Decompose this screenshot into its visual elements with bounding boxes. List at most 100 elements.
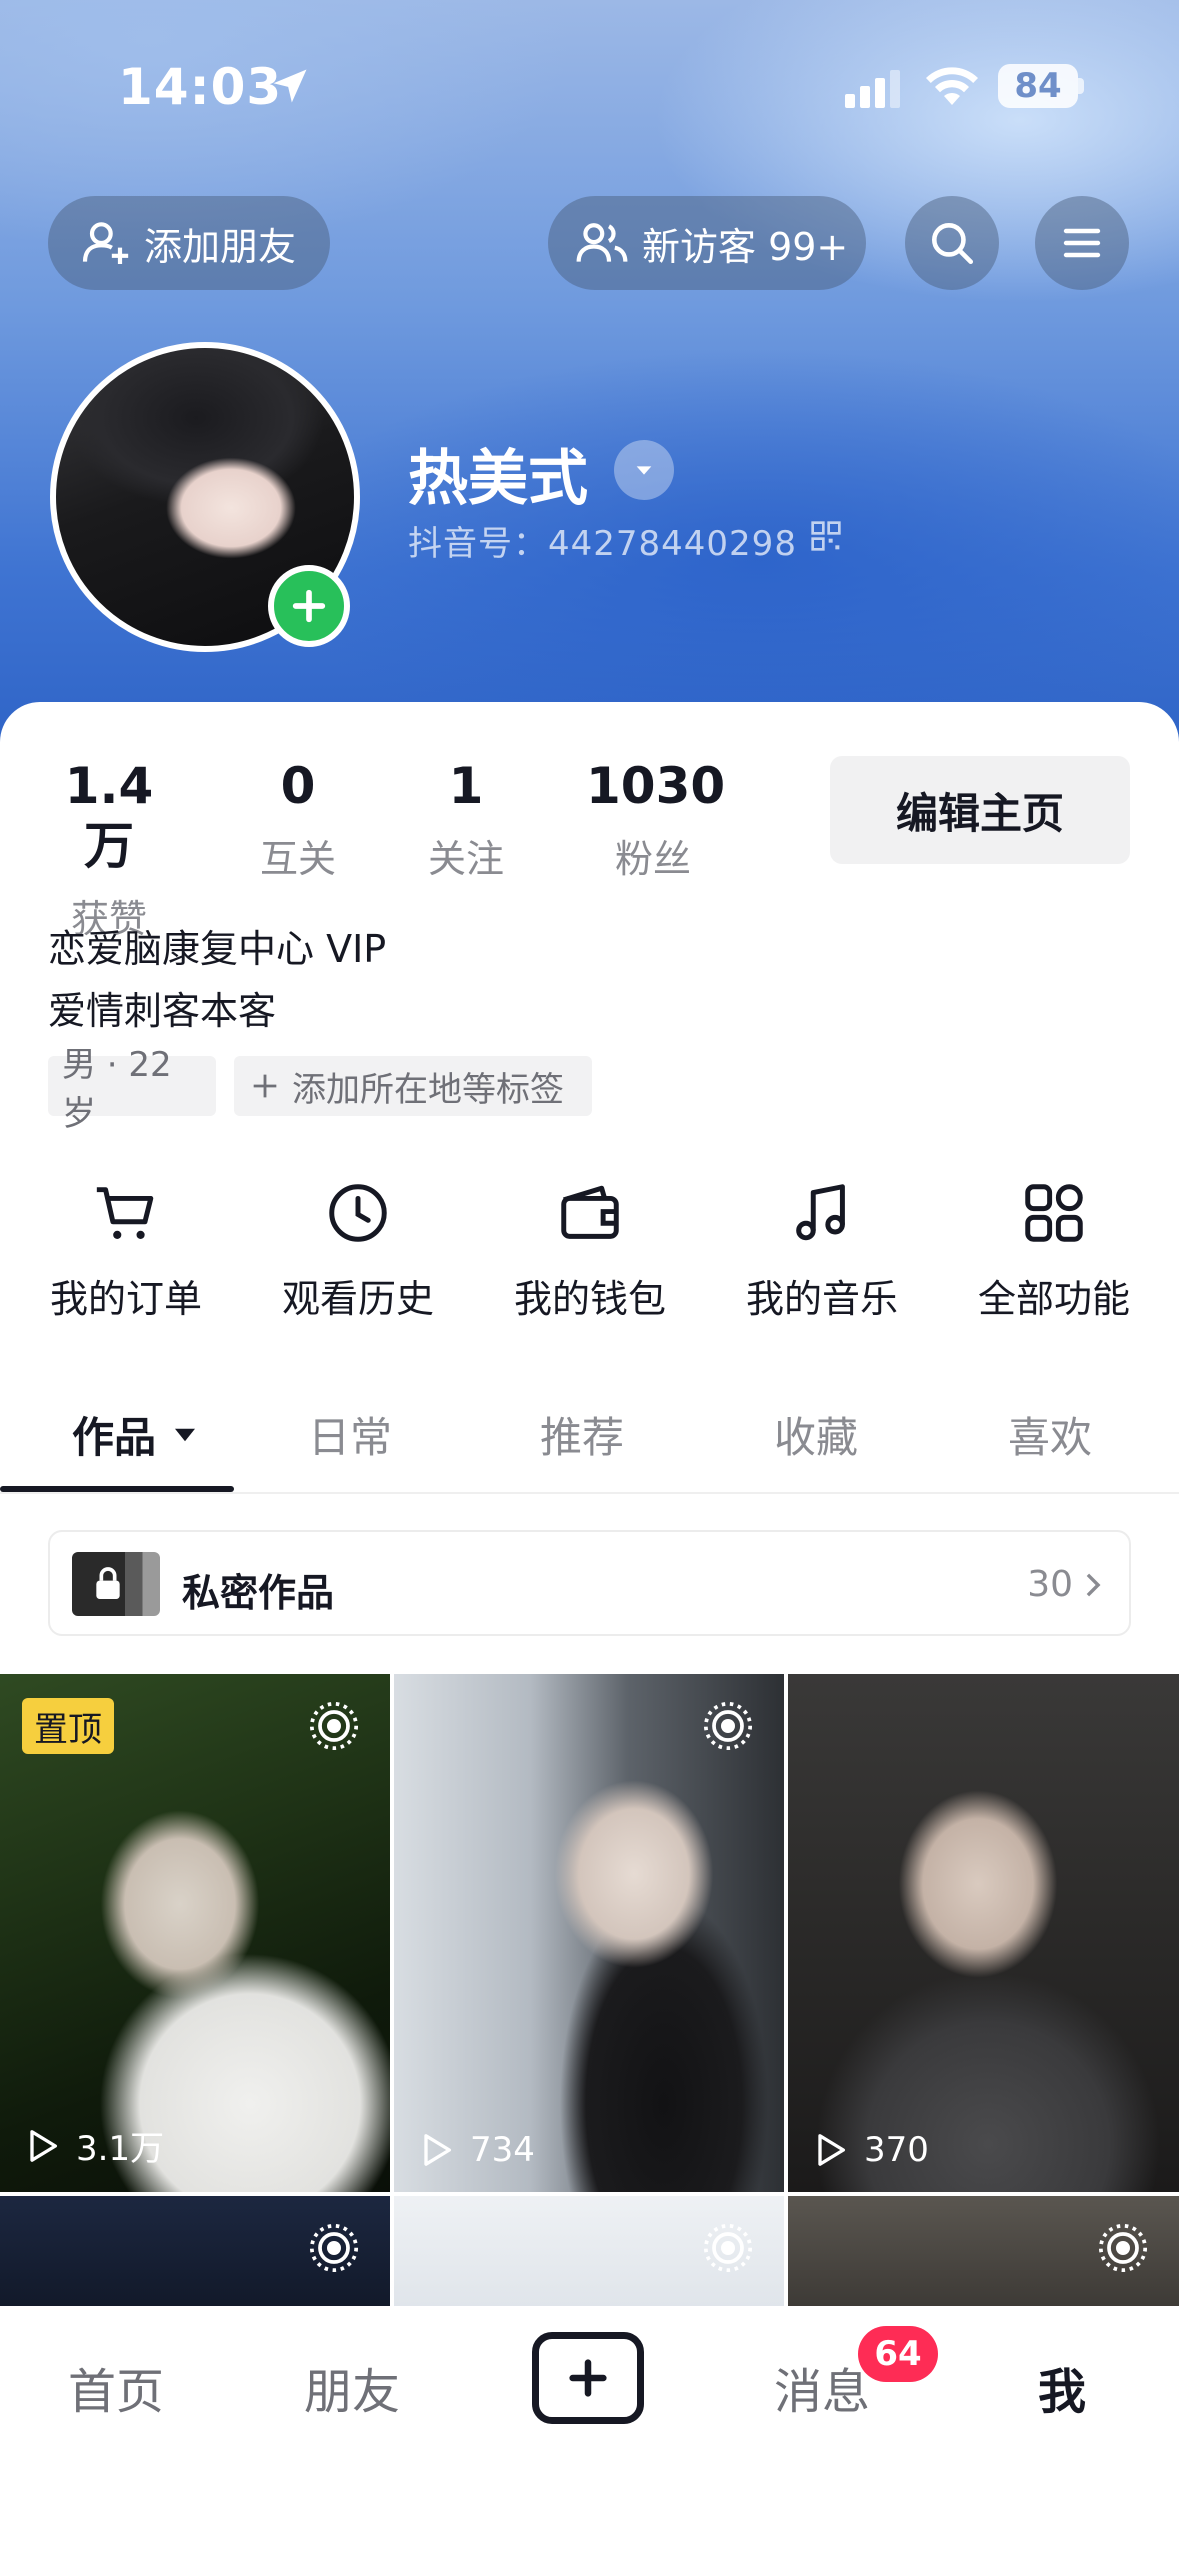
tab-likes[interactable]: 喜欢 xyxy=(1008,1404,1092,1465)
watch-history-label: 观看历史 xyxy=(281,1277,434,1321)
video-thumbnail[interactable] xyxy=(788,2196,1179,2316)
view-count-value: 3.1万 xyxy=(76,2129,165,2169)
my-orders-shortcut[interactable]: 我的订单 xyxy=(46,1178,206,1323)
add-friend-button[interactable]: 添加朋友 xyxy=(48,196,330,290)
view-count-value: 734 xyxy=(470,2130,535,2170)
edit-profile-button[interactable]: 编辑主页 xyxy=(830,756,1130,864)
stat-followers-label: 粉丝 xyxy=(614,837,691,881)
create-post-button[interactable] xyxy=(532,2332,644,2424)
my-wallet-shortcut[interactable]: 我的钱包 xyxy=(510,1178,670,1323)
my-orders-label: 我的订单 xyxy=(49,1277,202,1321)
wallet-icon xyxy=(561,1185,619,1239)
douyin-id: 抖音号：44278440298 xyxy=(408,524,797,564)
private-works-thumbnail xyxy=(72,1552,160,1616)
stat-likes[interactable]: 1.4万 获赞 xyxy=(44,756,174,943)
stat-followers[interactable]: 1030 粉丝 xyxy=(586,756,726,883)
private-works-count: 30 xyxy=(1027,1564,1073,1605)
location-arrow-icon xyxy=(273,69,307,103)
nav-home[interactable]: 首页 xyxy=(68,2352,164,2422)
video-thumbnail[interactable]: 370 xyxy=(788,1674,1179,2192)
view-count-value: 370 xyxy=(864,2130,929,2170)
all-functions-shortcut[interactable]: 全部功能 xyxy=(974,1178,1134,1323)
stat-mutual-value: 0 xyxy=(280,757,316,815)
tab-favorites[interactable]: 收藏 xyxy=(774,1404,858,1465)
play-icon xyxy=(30,2129,57,2162)
add-tags-label: 添加所在地等标签 xyxy=(292,1069,564,1110)
profile-name: 热美式 xyxy=(408,444,588,514)
stat-mutual[interactable]: 0 互关 xyxy=(238,756,358,883)
stat-following-value: 1 xyxy=(448,757,484,815)
nav-me[interactable]: 我 xyxy=(1038,2352,1086,2422)
grid-icon xyxy=(1025,1184,1083,1242)
all-functions-label: 全部功能 xyxy=(977,1277,1130,1321)
my-music-label: 我的音乐 xyxy=(745,1277,898,1321)
private-works-label: 私密作品 xyxy=(182,1571,335,1615)
cellular-signal-icon xyxy=(845,70,900,108)
plus-icon xyxy=(253,1074,277,1098)
chevron-right-icon xyxy=(1086,1573,1101,1597)
account-switch-button[interactable] xyxy=(614,440,674,500)
private-works-entry[interactable]: 私密作品 30 xyxy=(48,1530,1131,1636)
stat-mutual-label: 互关 xyxy=(259,837,336,881)
live-photo-icon xyxy=(703,2223,753,2273)
view-count: 3.1万 xyxy=(22,2121,164,2170)
video-thumbnail[interactable] xyxy=(0,2196,390,2316)
profile-screen: 14:03 84 添加朋友 新访客 99+ 热美式 抖音号：4427844029… xyxy=(0,0,1179,2556)
hamburger-menu-icon xyxy=(1063,228,1101,258)
battery-tip xyxy=(1078,78,1084,94)
qr-code-icon[interactable] xyxy=(810,520,842,552)
status-bar: 14:03 84 xyxy=(0,0,1179,170)
play-icon xyxy=(424,2134,451,2166)
cart-icon xyxy=(96,1187,154,1239)
tab-recommend[interactable]: 推荐 xyxy=(540,1404,624,1465)
live-photo-icon xyxy=(1098,2223,1148,2273)
stat-following-label: 关注 xyxy=(427,837,504,881)
gender-age-tag: 男 · 22 岁 xyxy=(48,1045,216,1134)
add-tags-button[interactable]: 添加所在地等标签 xyxy=(234,1056,592,1116)
video-thumbnail[interactable] xyxy=(394,2196,784,2316)
lock-icon xyxy=(96,1567,120,1599)
video-thumbnail[interactable]: 置顶 3.1万 xyxy=(0,1674,390,2192)
plus-icon xyxy=(569,2359,607,2397)
search-icon xyxy=(932,223,974,265)
stat-followers-value: 1030 xyxy=(586,757,726,815)
play-icon xyxy=(818,2134,845,2166)
caret-down-icon xyxy=(636,466,652,475)
caret-down-icon xyxy=(175,1428,196,1441)
live-photo-icon xyxy=(309,2223,359,2273)
view-count: 370 xyxy=(810,2130,929,2170)
add-friend-label: 添加朋友 xyxy=(144,224,297,269)
battery-indicator: 84 xyxy=(998,64,1078,108)
visitors-icon xyxy=(576,223,628,262)
watch-history-shortcut[interactable]: 观看历史 xyxy=(278,1178,438,1323)
live-photo-icon xyxy=(309,1701,359,1751)
menu-button[interactable] xyxy=(1035,196,1129,290)
status-time: 14:03 xyxy=(118,58,283,116)
nav-messages[interactable]: 消息 xyxy=(774,2352,870,2422)
live-photo-icon xyxy=(703,1701,753,1751)
plus-icon xyxy=(292,589,326,623)
bio-line-1: 恋爱脑康复中心 VIP xyxy=(48,927,387,971)
new-visitors-label: 新访客 99+ xyxy=(642,224,849,269)
clock-icon xyxy=(329,1184,387,1242)
pinned-badge: 置顶 xyxy=(22,1698,114,1754)
nav-friends[interactable]: 朋友 xyxy=(304,2352,400,2422)
stat-following[interactable]: 1 关注 xyxy=(406,756,526,883)
tab-works[interactable]: 作品 xyxy=(72,1404,200,1465)
tab-daily[interactable]: 日常 xyxy=(308,1404,392,1465)
add-avatar-button[interactable] xyxy=(268,565,350,647)
my-music-shortcut[interactable]: 我的音乐 xyxy=(742,1178,902,1323)
messages-unread-badge: 64 xyxy=(858,2326,938,2382)
new-visitors-button[interactable]: 新访客 99+ xyxy=(548,196,866,290)
my-wallet-label: 我的钱包 xyxy=(513,1277,666,1321)
tab-works-label: 作品 xyxy=(72,1413,157,1462)
stat-likes-value: 1.4万 xyxy=(64,757,154,875)
view-count: 734 xyxy=(416,2130,535,2170)
tab-divider xyxy=(0,1492,1179,1494)
add-friend-icon xyxy=(82,222,129,264)
video-thumbnail[interactable]: 734 xyxy=(394,1674,784,2192)
wifi-icon xyxy=(926,67,978,105)
search-button[interactable] xyxy=(905,196,999,290)
bio-line-2: 爱情刺客本客 xyxy=(48,989,277,1033)
music-icon xyxy=(796,1184,845,1241)
